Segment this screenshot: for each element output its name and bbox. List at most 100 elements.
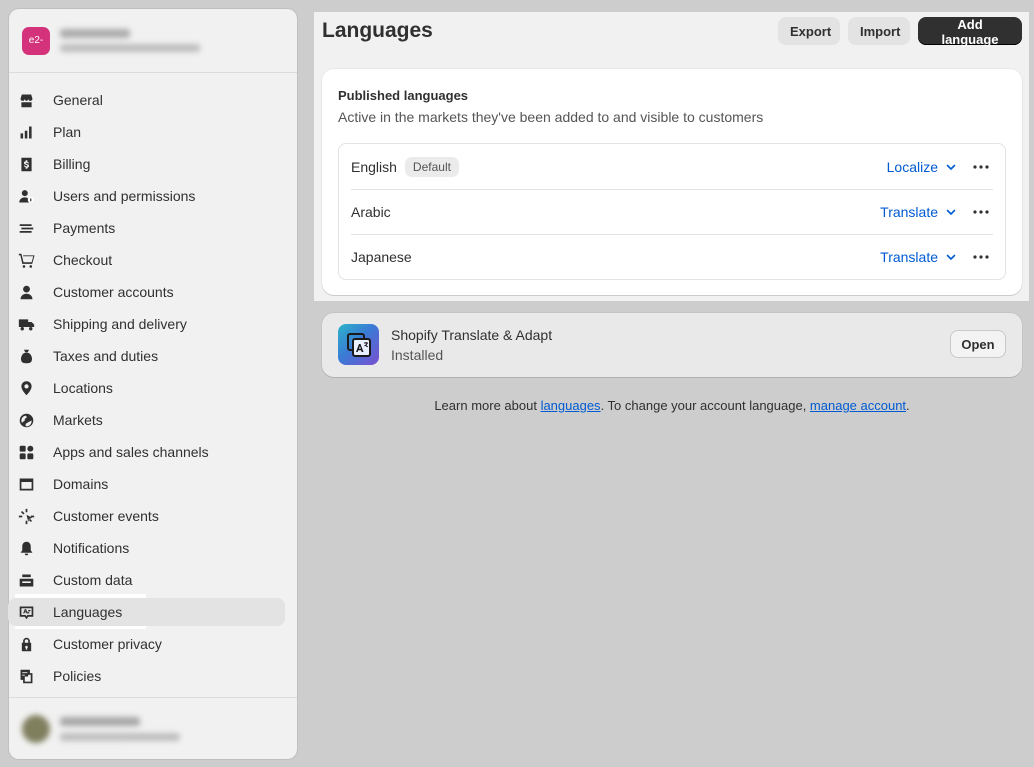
apps-icon (17, 443, 35, 461)
sidebar-item-label: Taxes and duties (53, 348, 159, 364)
language-name: Japanese (351, 249, 412, 265)
sidebar-item-label: Customer accounts (53, 284, 174, 300)
published-languages-card: Published languages Active in the market… (322, 69, 1022, 295)
help-text-prefix: Learn more about (434, 398, 541, 413)
store-name-blurred (60, 29, 200, 52)
sidebar-item-label: Customer events (53, 508, 159, 524)
avatar (22, 714, 50, 743)
language-list: English Default Localize Arabic Translat… (338, 143, 1006, 280)
sidebar-item-markets[interactable]: Markets (8, 406, 285, 434)
sidebar-item-label: Apps and sales channels (53, 444, 209, 460)
default-badge: Default (404, 156, 459, 177)
store-switcher[interactable]: e2- (9, 9, 297, 73)
sidebar-item-label: Plan (53, 124, 82, 140)
localize-dropdown[interactable]: Localize (887, 159, 957, 175)
sidebar-item-label: Policies (53, 668, 102, 684)
store-icon (17, 91, 35, 109)
card-title: Published languages (338, 88, 469, 103)
help-text: Learn more about languages. To change yo… (322, 398, 1022, 413)
translate-app-card: Shopify Translate & Adapt Installed Open (322, 313, 1022, 377)
sidebar-item-customer-privacy[interactable]: Customer privacy (8, 630, 285, 658)
sidebar-item-billing[interactable]: Billing (8, 150, 285, 178)
more-actions-icon[interactable] (971, 202, 991, 222)
sidebar-item-taxes[interactable]: Taxes and duties (8, 342, 285, 370)
chevron-down-icon (946, 254, 956, 260)
sidebar-item-domains[interactable]: Domains (8, 470, 285, 498)
sidebar-item-checkout[interactable]: Checkout (8, 246, 285, 274)
translate-dropdown[interactable]: Translate (880, 249, 957, 265)
languages-link[interactable]: languages (541, 398, 601, 413)
tax-icon (17, 347, 35, 365)
sidebar-item-label: Checkout (53, 252, 113, 268)
page-title: Languages (322, 19, 433, 42)
more-actions-icon[interactable] (971, 157, 991, 177)
sidebar-item-customer-accounts[interactable]: Customer accounts (8, 278, 285, 306)
account-info-blurred (22, 714, 180, 743)
sidebar-item-apps[interactable]: Apps and sales channels (8, 438, 285, 466)
database-icon (17, 571, 35, 589)
card-subtitle: Active in the markets they've been added… (338, 109, 764, 125)
bell-icon (17, 539, 35, 557)
language-row-english: English Default Localize (351, 144, 993, 189)
person-icon (17, 283, 35, 301)
sidebar-item-label: Billing (53, 156, 91, 172)
events-icon (17, 507, 35, 525)
language-name: English (351, 158, 397, 175)
language-name: Arabic (351, 204, 391, 220)
sidebar-item-users[interactable]: Users and permissions (8, 182, 285, 210)
domain-icon (17, 475, 35, 493)
sidebar-item-label: Customer privacy (53, 636, 162, 652)
sidebar-item-policies[interactable]: Policies (8, 662, 285, 690)
policy-icon (17, 667, 35, 685)
add-language-button[interactable]: Add language (918, 17, 1022, 47)
sidebar-item-shipping[interactable]: Shipping and delivery (8, 310, 285, 338)
sidebar-item-notifications[interactable]: Notifications (8, 534, 285, 562)
language-icon (17, 603, 35, 621)
sidebar-item-payments[interactable]: Payments (8, 214, 285, 242)
translate-app-icon (338, 324, 379, 365)
import-button[interactable]: Import (848, 17, 910, 45)
language-row-japanese: Japanese Translate (351, 234, 993, 279)
sidebar-item-label: Languages (53, 604, 123, 620)
sidebar-item-label: Payments (53, 220, 116, 236)
lock-icon (17, 635, 35, 653)
more-actions-icon[interactable] (971, 247, 991, 267)
sidebar-item-customer-events[interactable]: Customer events (8, 502, 285, 530)
sidebar-item-label: Domains (53, 476, 109, 492)
help-text-middle: . To change your account language, (600, 398, 810, 413)
chevron-down-icon (946, 164, 956, 170)
language-row-arabic: Arabic Translate (351, 189, 993, 234)
translate-dropdown[interactable]: Translate (880, 204, 957, 220)
sidebar-item-locations[interactable]: Locations (8, 374, 285, 402)
billing-icon (17, 155, 35, 173)
sidebar-item-plan[interactable]: Plan (8, 118, 285, 146)
store-avatar: e2- (22, 26, 50, 55)
sidebar-item-label: General (53, 92, 103, 108)
account-footer[interactable] (9, 697, 297, 759)
export-button[interactable]: Export (778, 17, 840, 45)
location-icon (17, 379, 35, 397)
chevron-down-icon (946, 209, 956, 215)
payments-icon (17, 219, 35, 237)
cart-icon (17, 251, 35, 269)
sidebar-item-label: Locations (53, 380, 113, 396)
sidebar-item-general[interactable]: General (8, 86, 285, 114)
action-label: Translate (880, 204, 938, 220)
action-label: Localize (886, 158, 938, 175)
plan-icon (17, 123, 35, 141)
open-app-button[interactable]: Open (950, 330, 1006, 358)
action-label: Translate (880, 249, 938, 265)
sidebar-item-custom-data[interactable]: Custom data (8, 566, 285, 594)
help-text-suffix: . (906, 398, 910, 413)
app-name: Shopify Translate & Adapt (391, 327, 553, 343)
truck-icon (17, 315, 35, 333)
sidebar-item-label: Users and permissions (53, 188, 196, 204)
sidebar-item-languages[interactable]: Languages (8, 598, 285, 626)
sidebar-item-label: Custom data (53, 572, 133, 588)
globe-icon (17, 411, 35, 429)
manage-account-link[interactable]: manage account (810, 398, 906, 413)
app-status: Installed (391, 347, 444, 363)
sidebar-item-label: Notifications (53, 540, 130, 556)
sidebar-item-label: Shipping and delivery (53, 316, 187, 332)
users-icon (17, 187, 35, 205)
